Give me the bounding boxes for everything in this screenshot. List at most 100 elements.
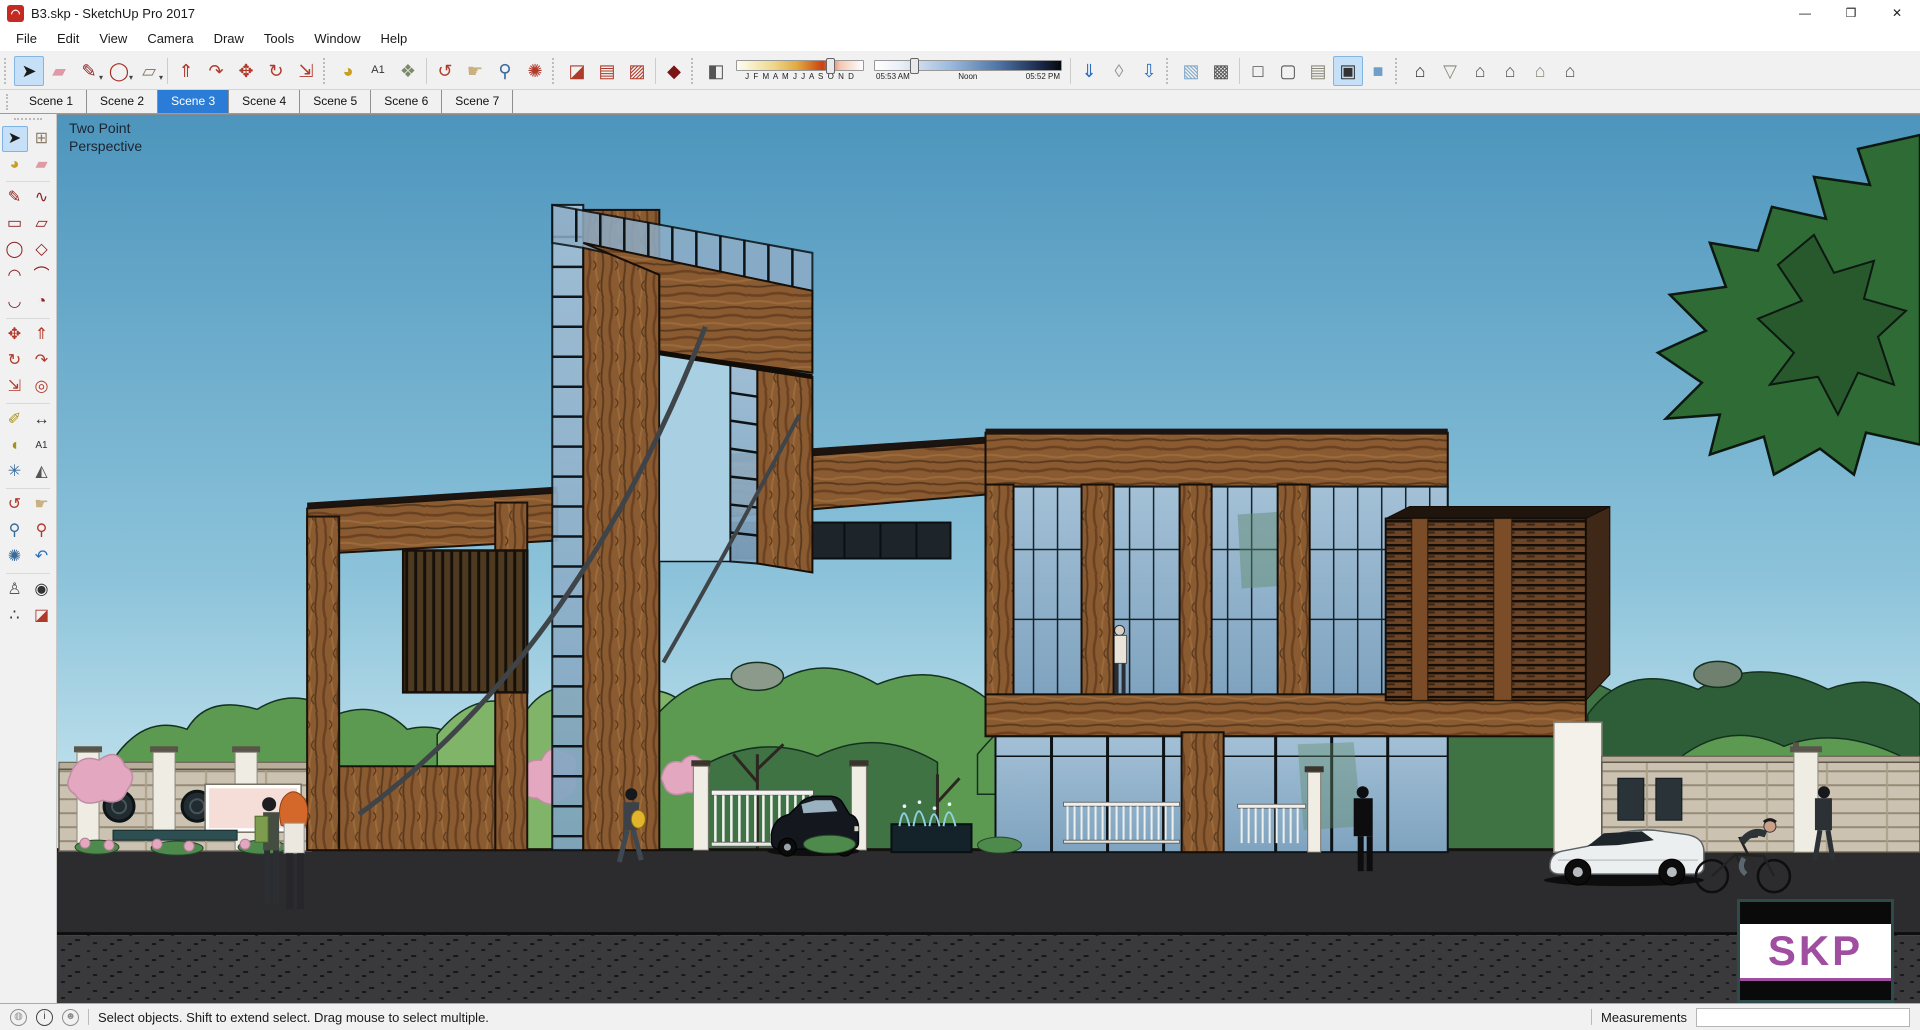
rectangle-tool-button[interactable]: ▱ ▾ bbox=[134, 56, 164, 86]
rotate-tool-button[interactable]: ↻ bbox=[261, 56, 291, 86]
left-view-button[interactable]: ⌂ bbox=[1555, 56, 1585, 86]
position-camera-tool-button[interactable]: ♙ bbox=[2, 577, 28, 603]
shaded-style-button[interactable]: ▤ bbox=[1303, 56, 1333, 86]
scene-tab-7[interactable]: Scene 7 bbox=[442, 90, 514, 113]
section-plane-tool-button[interactable]: ◪ bbox=[562, 56, 592, 86]
plugin-gem-tool-button[interactable]: ◆ bbox=[659, 56, 689, 86]
palette-grip[interactable] bbox=[14, 118, 42, 123]
dimension-tool-button[interactable]: ↔ bbox=[29, 407, 55, 433]
scene-tab-4[interactable]: Scene 4 bbox=[229, 90, 301, 113]
tape-measure-tool-button[interactable]: ✐ bbox=[2, 407, 28, 433]
threed-text-tool-button[interactable]: ◭ bbox=[29, 459, 55, 485]
section-plane-tool-button[interactable]: ◪ bbox=[29, 603, 55, 629]
three-point-arc-tool-button[interactable]: ◡ bbox=[2, 289, 28, 315]
orbit-tool-button[interactable]: ↺ bbox=[430, 56, 460, 86]
model-canvas[interactable] bbox=[57, 115, 1920, 1003]
front-view-button[interactable]: ⌂ bbox=[1465, 56, 1495, 86]
walk-tool-button[interactable]: ∴ bbox=[2, 603, 28, 629]
zoom-tool-button[interactable]: ⚲ bbox=[490, 56, 520, 86]
shadow-date-bar[interactable] bbox=[736, 58, 864, 74]
scene-tab-3[interactable]: Scene 3 bbox=[158, 90, 230, 113]
freehand-tool-button[interactable]: ∿ bbox=[29, 185, 55, 211]
axes-tool-button[interactable]: ✳ bbox=[2, 459, 28, 485]
menu-draw[interactable]: Draw bbox=[204, 27, 254, 50]
push-pull-tool-button[interactable]: ⇑ bbox=[171, 56, 201, 86]
restore-button[interactable]: ❒ bbox=[1828, 0, 1874, 26]
monochrome-style-button[interactable]: ■ bbox=[1363, 56, 1393, 86]
wireframe-style-button[interactable]: □ bbox=[1243, 56, 1273, 86]
protractor-tool-button[interactable]: ◖ bbox=[2, 433, 28, 459]
materials-tool-button[interactable]: ❖ bbox=[393, 56, 423, 86]
minimize-button[interactable]: — bbox=[1782, 0, 1828, 26]
measurements-input[interactable] bbox=[1696, 1007, 1910, 1027]
dropdown-arrow-icon[interactable]: ▾ bbox=[159, 73, 163, 82]
zoom-extents-tool-button[interactable]: ✺ bbox=[2, 544, 28, 570]
back-edges-style-button[interactable]: ▩ bbox=[1206, 56, 1236, 86]
text-tool-button[interactable]: A1 bbox=[363, 56, 393, 86]
sign-in-icon[interactable]: ☻ bbox=[62, 1008, 79, 1026]
menu-help[interactable]: Help bbox=[371, 27, 418, 50]
menu-camera[interactable]: Camera bbox=[137, 27, 203, 50]
menu-tools[interactable]: Tools bbox=[254, 27, 304, 50]
previous-view-tool-button[interactable]: ↶ bbox=[29, 544, 55, 570]
rotated-rectangle-tool-button[interactable]: ▱ bbox=[29, 211, 55, 237]
follow-me-tool-button[interactable]: ↷ bbox=[29, 348, 55, 374]
scale-tool-button[interactable]: ⇲ bbox=[2, 374, 28, 400]
make-component-tool-button[interactable]: ⊞ bbox=[29, 126, 55, 152]
line-tool-button[interactable]: ✎ bbox=[2, 185, 28, 211]
shaded-textures-style-button[interactable]: ▣ bbox=[1333, 55, 1363, 86]
arc-tool-button[interactable]: ◠ bbox=[2, 263, 28, 289]
zoom-tool-button[interactable]: ⚲ bbox=[2, 518, 28, 544]
hidden-line-style-button[interactable]: ▢ bbox=[1273, 56, 1303, 86]
pan-tool-button[interactable]: ☛ bbox=[29, 492, 55, 518]
paint-bucket-tool-button[interactable]: ◕ bbox=[333, 56, 363, 86]
geolocation-icon[interactable]: ◍ bbox=[10, 1008, 27, 1026]
section-display-tool-button[interactable]: ▤ bbox=[592, 56, 622, 86]
top-view-button[interactable]: ▽ bbox=[1435, 56, 1465, 86]
rectangle-tool-button[interactable]: ▭ bbox=[2, 211, 28, 237]
right-view-button[interactable]: ⌂ bbox=[1495, 56, 1525, 86]
push-pull-tool-button[interactable]: ⇑ bbox=[29, 322, 55, 348]
scene-tab-6[interactable]: Scene 6 bbox=[371, 90, 443, 113]
follow-me-tool-button[interactable]: ↷ bbox=[201, 56, 231, 86]
scale-tool-button[interactable]: ⇲ bbox=[291, 56, 321, 86]
eraser-tool-button[interactable]: ▰ bbox=[29, 152, 55, 178]
model-viewport[interactable]: Two Point Perspective SKP bbox=[57, 114, 1920, 1003]
section-cuts-tool-button[interactable]: ▨ bbox=[622, 56, 652, 86]
shadow-time-handle[interactable] bbox=[910, 58, 920, 74]
menu-file[interactable]: File bbox=[6, 27, 47, 50]
pan-tool-button[interactable]: ☛ bbox=[460, 56, 490, 86]
pie-tool-button[interactable]: ◔ bbox=[29, 289, 55, 315]
menu-window[interactable]: Window bbox=[304, 27, 370, 50]
back-view-button[interactable]: ⌂ bbox=[1525, 56, 1555, 86]
shadow-date-handle[interactable] bbox=[826, 58, 836, 74]
zoom-extents-tool-button[interactable]: ✺ bbox=[520, 56, 550, 86]
shadow-time-bar[interactable] bbox=[874, 58, 1062, 74]
scene-tab-5[interactable]: Scene 5 bbox=[300, 90, 372, 113]
select-tool-button[interactable]: ➤ bbox=[14, 55, 44, 86]
move-tool-button[interactable]: ✥ bbox=[231, 56, 261, 86]
rotate-tool-button[interactable]: ↻ bbox=[2, 348, 28, 374]
two-point-arc-tool-button[interactable]: ⌒ bbox=[29, 263, 55, 289]
iso-view-button[interactable]: ⌂ bbox=[1405, 56, 1435, 86]
dropdown-arrow-icon[interactable]: ▾ bbox=[129, 73, 133, 82]
scene-tab-1[interactable]: Scene 1 bbox=[16, 90, 88, 113]
menu-view[interactable]: View bbox=[89, 27, 137, 50]
scene-tab-2[interactable]: Scene 2 bbox=[87, 90, 159, 113]
text-tool-button[interactable]: A1 bbox=[29, 433, 55, 459]
share-component-tool-button[interactable]: ⇩ bbox=[1134, 56, 1164, 86]
line-tool-button[interactable]: ✎ ▾ bbox=[74, 56, 104, 86]
credits-icon[interactable]: i bbox=[36, 1008, 53, 1026]
orbit-tool-button[interactable]: ↺ bbox=[2, 492, 28, 518]
polygon-tool-button[interactable]: ◇ bbox=[29, 237, 55, 263]
menu-edit[interactable]: Edit bbox=[47, 27, 89, 50]
eraser-tool-button[interactable]: ▰ bbox=[44, 56, 74, 86]
paint-bucket-tool-button[interactable]: ◕ bbox=[2, 152, 28, 178]
shadow-time-slider[interactable]: 05:53 AM Noon 05:52 PM bbox=[874, 58, 1062, 81]
get-models-tool-button[interactable]: ⇓ bbox=[1074, 56, 1104, 86]
close-button[interactable]: ✕ bbox=[1874, 0, 1920, 26]
look-around-tool-button[interactable]: ◉ bbox=[29, 577, 55, 603]
dropdown-arrow-icon[interactable]: ▾ bbox=[99, 73, 103, 82]
circle-tool-button[interactable]: ◯ bbox=[2, 237, 28, 263]
shadow-toggle-button[interactable]: ◧ bbox=[701, 56, 731, 86]
